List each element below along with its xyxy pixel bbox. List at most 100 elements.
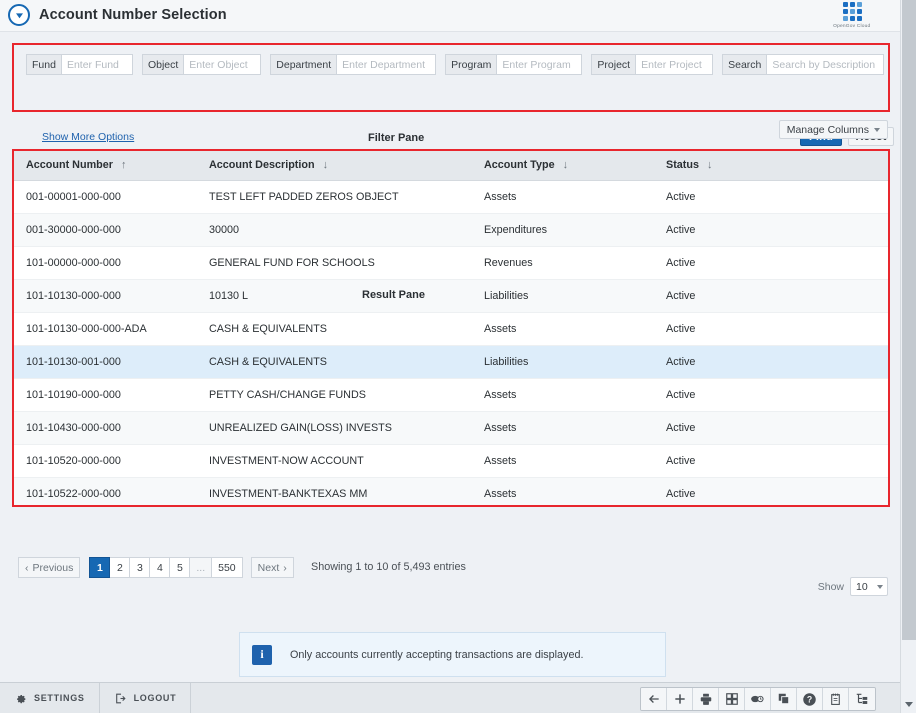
history-clock-icon[interactable] <box>745 688 771 710</box>
accounts-table: Account Number ↑ Account Description ↓ A… <box>14 151 888 505</box>
cell-account-description: GENERAL FUND FOR SCHOOLS <box>197 246 472 280</box>
column-label: Account Type <box>484 159 555 172</box>
table-row[interactable]: 101-10190-000-000 PETTY CASH/CHANGE FUND… <box>14 378 888 412</box>
action-toolbar: ? <box>640 687 876 711</box>
pagination-next-label: Next <box>257 561 280 574</box>
cell-account-number: 101-00000-000-000 <box>14 246 197 280</box>
table-row[interactable]: 101-10430-000-000 UNREALIZED GAIN(LOSS) … <box>14 411 888 445</box>
notepad-icon[interactable] <box>823 688 849 710</box>
object-input[interactable] <box>183 54 262 75</box>
table-row[interactable]: 101-10130-000-000-ADA CASH & EQUIVALENTS… <box>14 312 888 346</box>
cell-status: Active <box>654 477 888 505</box>
brand-logo: OpenGov Cloud <box>824 2 880 28</box>
pagination-page-550[interactable]: 550 <box>211 557 243 578</box>
column-header-account-number[interactable]: Account Number ↑ <box>14 151 197 181</box>
cell-account-number: 101-10520-000-000 <box>14 444 197 478</box>
project-input[interactable] <box>635 54 714 75</box>
scrollbar-thumb[interactable] <box>902 0 916 640</box>
copy-layers-icon[interactable] <box>771 688 797 710</box>
svg-text:?: ? <box>807 694 812 704</box>
filter-field-department: Department <box>270 54 437 75</box>
print-icon[interactable] <box>693 688 719 710</box>
pagination-previous-label: Previous <box>32 561 74 574</box>
sort-desc-icon[interactable]: ↓ <box>323 159 329 171</box>
gear-icon <box>14 692 27 705</box>
cell-status: Active <box>654 279 888 313</box>
page-header: Account Number Selection OpenGov Cloud <box>0 0 900 32</box>
sort-desc-icon[interactable]: ↓ <box>707 159 713 171</box>
cell-account-number: 101-10522-000-000 <box>14 477 197 505</box>
table-row[interactable]: 101-10522-000-000 INVESTMENT-BANKTEXAS M… <box>14 477 888 505</box>
cell-account-description: PETTY CASH/CHANGE FUNDS <box>197 378 472 412</box>
logout-label: LOGOUT <box>133 693 177 703</box>
column-header-account-description[interactable]: Account Description ↓ <box>197 151 472 181</box>
page-title-group: Account Number Selection <box>8 4 227 26</box>
manage-columns-label: Manage Columns <box>786 123 869 136</box>
vertical-scrollbar[interactable] <box>900 0 916 713</box>
page-size-select[interactable]: 10 <box>850 577 888 596</box>
pagination-page-5[interactable]: 5 <box>169 557 191 578</box>
cell-account-description: CASH & EQUIVALENTS <box>197 312 472 346</box>
show-label: Show <box>817 580 844 593</box>
fund-input[interactable] <box>60 54 133 75</box>
table-row[interactable]: 101-10130-000-000 10130 L Liabilities Ac… <box>14 279 888 313</box>
cell-account-type: Revenues <box>472 246 654 280</box>
search-input[interactable] <box>766 54 885 75</box>
logout-icon <box>114 692 127 705</box>
pagination-previous-button[interactable]: ‹ Previous <box>18 557 81 578</box>
object-label: Object <box>141 54 184 75</box>
manage-columns-button[interactable]: Manage Columns <box>778 120 888 139</box>
info-banner-text: Only accounts currently accepting transa… <box>290 648 584 661</box>
program-input[interactable] <box>496 54 583 75</box>
cell-status: Active <box>654 246 888 280</box>
sort-desc-icon[interactable]: ↓ <box>563 159 569 171</box>
add-plus-icon[interactable] <box>667 688 693 710</box>
filter-fields-row: Fund Object Department Program Project S <box>26 54 885 75</box>
logout-button[interactable]: LOGOUT <box>100 683 192 713</box>
result-pane-caption: Result Pane <box>362 289 425 301</box>
department-label: Department <box>270 54 337 75</box>
sort-asc-icon[interactable]: ↑ <box>121 159 127 171</box>
tree-hierarchy-icon[interactable] <box>849 688 875 710</box>
pagination-ellipsis: ... <box>189 557 213 578</box>
cell-account-description: CASH & EQUIVALENTS <box>197 345 472 379</box>
table-row-selected[interactable]: 101-10130-001-000 CASH & EQUIVALENTS Lia… <box>14 345 888 379</box>
settings-button[interactable]: SETTINGS <box>0 683 100 713</box>
pagination-page-1[interactable]: 1 <box>89 557 111 578</box>
column-header-account-type[interactable]: Account Type ↓ <box>472 151 654 181</box>
info-banner: i Only accounts currently accepting tran… <box>239 632 666 677</box>
column-header-status[interactable]: Status ↓ <box>654 151 888 181</box>
table-row[interactable]: 001-30000-000-000 30000 Expenditures Act… <box>14 213 888 247</box>
page-size-control: Show 10 <box>818 577 888 596</box>
filter-field-project: Project <box>591 54 714 75</box>
table-row[interactable]: 001-00001-000-000 TEST LEFT PADDED ZEROS… <box>14 180 888 214</box>
pagination-page-3[interactable]: 3 <box>129 557 151 578</box>
search-label: Search <box>722 54 767 75</box>
circle-chevron-down-icon[interactable] <box>8 4 30 26</box>
help-question-icon[interactable]: ? <box>797 688 823 710</box>
table-row[interactable]: 101-00000-000-000 GENERAL FUND FOR SCHOO… <box>14 246 888 280</box>
pagination-next-button[interactable]: Next › <box>250 557 294 578</box>
fund-label: Fund <box>26 54 61 75</box>
cell-account-description: INVESTMENT-BANKTEXAS MM <box>197 477 472 505</box>
cell-status: Active <box>654 345 888 379</box>
column-label: Account Number <box>26 159 113 172</box>
department-input[interactable] <box>336 54 437 75</box>
accounts-table-body: 001-00001-000-000 TEST LEFT PADDED ZEROS… <box>14 180 888 505</box>
cell-account-type: Liabilities <box>472 279 654 313</box>
cell-account-description: INVESTMENT-NOW ACCOUNT <box>197 444 472 478</box>
program-label: Program <box>445 54 497 75</box>
app-grid-icon <box>842 2 862 21</box>
column-label: Account Description <box>209 159 315 172</box>
cell-account-type: Assets <box>472 411 654 445</box>
grid-modules-icon[interactable] <box>719 688 745 710</box>
brand-name-label: OpenGov Cloud <box>833 22 871 29</box>
table-header-row: Account Number ↑ Account Description ↓ A… <box>14 151 888 181</box>
table-row[interactable]: 101-10520-000-000 INVESTMENT-NOW ACCOUNT… <box>14 444 888 478</box>
pagination-page-4[interactable]: 4 <box>149 557 171 578</box>
show-more-options-link[interactable]: Show More Options <box>42 131 134 143</box>
bottom-bar: SETTINGS LOGOUT ? <box>0 682 900 713</box>
scroll-down-arrow-icon[interactable] <box>901 702 916 707</box>
back-arrow-icon[interactable] <box>641 688 667 710</box>
pagination-page-2[interactable]: 2 <box>109 557 131 578</box>
